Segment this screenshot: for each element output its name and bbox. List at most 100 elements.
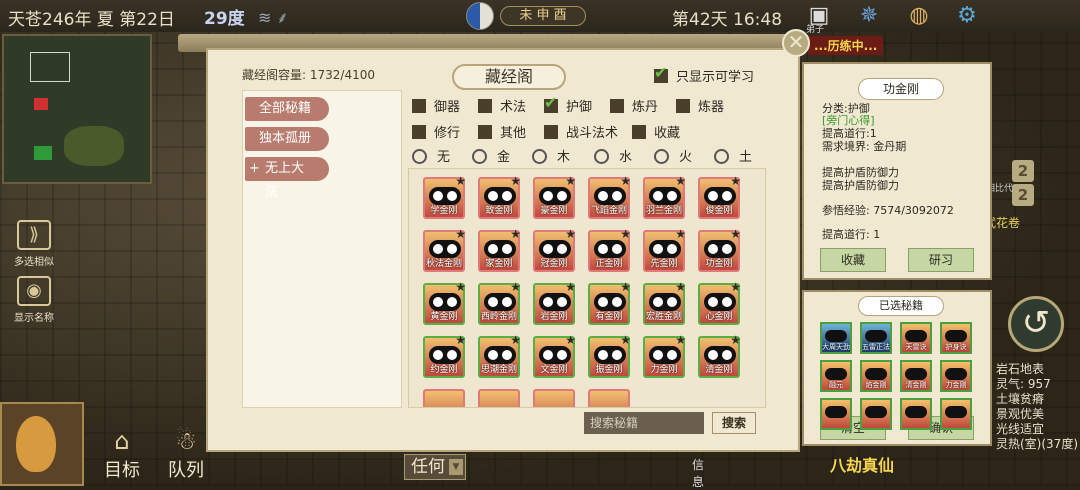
selected-book-tile[interactable]: 清金刚 [900, 360, 932, 392]
type-filter-shufa[interactable]: 术法 [478, 96, 526, 115]
book-tile[interactable] [478, 389, 520, 407]
type-filter-liandan[interactable]: 炼丹 [610, 96, 658, 115]
close-button[interactable]: ✕ [782, 29, 810, 57]
minimap[interactable] [2, 34, 152, 184]
element-radio-metal[interactable]: 金 [472, 146, 510, 165]
category-all[interactable]: 全部秘籍 [245, 97, 329, 121]
info-label[interactable]: 信息 [692, 456, 710, 490]
gear-icon[interactable]: ⚙ [954, 3, 980, 29]
book-tile[interactable]: ★ 有金刚 [588, 280, 631, 325]
show-names-button[interactable]: ◉ 显示名称 [10, 276, 58, 324]
category-list: 全部秘籍 独本孤册 + 无上大法 [242, 90, 402, 408]
palette-icon[interactable]: ◍ [906, 3, 932, 29]
back-button[interactable]: ↺ [1008, 296, 1064, 352]
type-filter-collect[interactable]: 收藏 [632, 122, 680, 141]
selected-book-tile[interactable] [820, 398, 852, 430]
filter-label: 修行 [434, 126, 461, 141]
star-icon: ★ [675, 174, 686, 188]
type-filter-lianqi[interactable]: 炼器 [676, 96, 724, 115]
search-button[interactable]: 搜索 [712, 412, 756, 434]
category-supreme[interactable]: + 无上大法 [245, 157, 329, 200]
book-tile[interactable]: ★ 岩金刚 [533, 280, 576, 325]
compass-icon[interactable]: ✵ [856, 3, 882, 29]
selected-book-tile[interactable]: 五雷正法 [860, 322, 892, 354]
taiji-icon[interactable] [466, 2, 494, 30]
checkbox-icon [654, 63, 668, 83]
element-radio-earth[interactable]: 土 [714, 146, 752, 165]
selected-book-tile[interactable]: 天雷诀 [900, 322, 932, 354]
checkbox-icon [632, 125, 646, 139]
study-button[interactable]: 研习 [908, 248, 974, 272]
element-radio-fire[interactable]: 火 [654, 146, 692, 165]
radio-icon [654, 149, 669, 164]
checkbox-icon [478, 125, 492, 139]
filter-select[interactable]: 任何 ▼ [404, 454, 466, 480]
book-tile[interactable]: ★ 思潮金刚 [478, 333, 521, 378]
selected-book-tile[interactable] [940, 398, 972, 430]
search-input[interactable]: 搜索秘籍 [584, 412, 704, 434]
type-filter-other[interactable]: 其他 [478, 122, 526, 141]
book-cover-icon [945, 368, 967, 380]
type-filter-xiuxing[interactable]: 修行 [412, 122, 460, 141]
book-tile[interactable]: ★ 功金刚 [698, 227, 741, 272]
element-radio-none[interactable]: 无 [412, 146, 450, 165]
book-name: 振金刚 [595, 365, 623, 375]
type-filter-yuqi[interactable]: 御器 [412, 96, 460, 115]
side-counter[interactable]: 2 [1012, 160, 1034, 182]
book-tile[interactable]: ★ 学金刚 [423, 174, 466, 219]
target-button[interactable]: ⌂ 目标 [102, 426, 142, 482]
book-name: 俊金刚 [705, 206, 733, 216]
book-tile[interactable]: ★ 豪金刚 [533, 174, 576, 219]
selected-book-tile[interactable]: 大周天劲 [820, 322, 852, 354]
book-tile[interactable] [588, 389, 630, 407]
selected-book-tile[interactable] [900, 398, 932, 430]
book-tile[interactable]: ★ 冠金刚 [533, 227, 576, 272]
radio-icon [472, 149, 487, 164]
book-tile[interactable]: ★ 俊金刚 [698, 174, 741, 219]
book-tile[interactable]: ★ 约金刚 [423, 333, 466, 378]
book-name: 先金刚 [650, 259, 678, 269]
book-tile[interactable]: ★ 宏胜金刚 [643, 280, 686, 325]
book-tile[interactable]: ★ 正金刚 [588, 227, 631, 272]
plus-icon: + [249, 161, 260, 176]
day-time: 第42天 16:48 [672, 10, 783, 30]
book-tile[interactable]: ★ 家金刚 [478, 227, 521, 272]
category-unique[interactable]: 独本孤册 [245, 127, 329, 151]
side-counter[interactable]: 2 [1012, 184, 1034, 206]
selected-book-tile[interactable] [860, 398, 892, 430]
inventory-gourd-button[interactable] [0, 402, 84, 486]
book-tile[interactable]: ★ 振金刚 [588, 333, 631, 378]
book-tile[interactable]: ★ 先金刚 [643, 227, 686, 272]
book-tile[interactable] [533, 389, 575, 407]
element-radio-water[interactable]: 水 [594, 146, 632, 165]
collect-button[interactable]: 收藏 [820, 248, 886, 272]
type-filter-huyu[interactable]: 护御 [544, 93, 592, 115]
selected-book-tile[interactable]: 融元 [820, 360, 852, 392]
book-tile[interactable]: ★ 心金刚 [698, 280, 741, 325]
selected-book-tile[interactable]: 焰金刚 [860, 360, 892, 392]
only-learnable-toggle[interactable]: 只显示可学习 [654, 63, 754, 85]
element-radio-wood[interactable]: 木 [532, 146, 570, 165]
book-tile[interactable]: ★ 羽兰金刚 [643, 174, 686, 219]
selected-book-tile[interactable]: 力金刚 [940, 360, 972, 392]
star-icon: ★ [565, 227, 576, 241]
book-name: 思潮金刚 [480, 365, 517, 375]
multi-select-button[interactable]: ⟫ 多选相似 [10, 220, 58, 268]
book-tile[interactable] [423, 389, 465, 407]
book-tile[interactable]: ★ 西岭金刚 [478, 280, 521, 325]
book-tile[interactable]: ★ 文金刚 [533, 333, 576, 378]
book-tile[interactable]: ★ 力金刚 [643, 333, 686, 378]
book-tile[interactable]: ★ 飞蹈金刚 [588, 174, 631, 219]
environment-info: 岩石地表 灵气: 957 土壤贫瘠 景观优美 光线适宜 灵热(室)(37度) [996, 362, 1078, 452]
type-filter-combat[interactable]: 战斗法术 [544, 122, 618, 141]
book-tile[interactable]: ★ 清金刚 [698, 333, 741, 378]
book-tile[interactable]: ★ 秋法金刚 [423, 227, 466, 272]
star-icon: ★ [455, 333, 466, 347]
detail-req-realm: 需求境界: 金丹期 [822, 140, 907, 153]
mission-banner[interactable]: ...历练中... [808, 36, 884, 55]
book-tile[interactable]: ★ 致金刚 [478, 174, 521, 219]
selected-book-tile[interactable]: 护身诀 [940, 322, 972, 354]
selected-book-name: 天雷诀 [905, 343, 927, 351]
book-tile[interactable]: ★ 黄金刚 [423, 280, 466, 325]
star-icon: ★ [620, 333, 631, 347]
